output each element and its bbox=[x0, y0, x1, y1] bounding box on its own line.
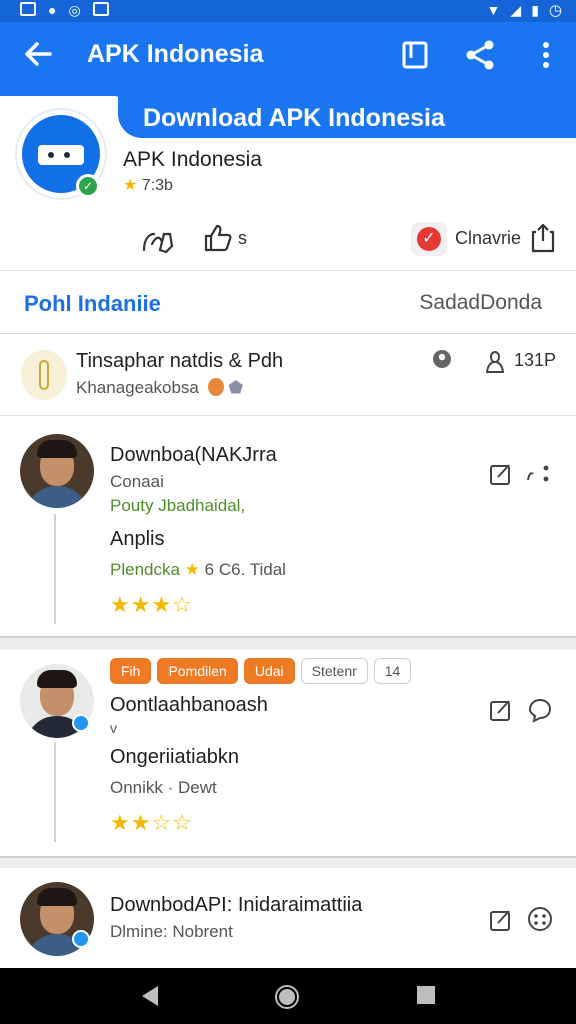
star-icon: ★ bbox=[123, 177, 138, 194]
app-logo-glyph bbox=[38, 145, 84, 165]
featured-title: Tinsaphar natdis & Pdh bbox=[76, 350, 284, 372]
featured-count: 131P bbox=[513, 350, 556, 370]
app-name: APK Indonesia bbox=[123, 148, 262, 171]
clock-icon: ◷ bbox=[548, 2, 562, 19]
people-icon[interactable] bbox=[484, 350, 512, 376]
review-meta: Plendcka ★ 6 C6. Tidal bbox=[110, 560, 286, 580]
featured-subtitle-text: Khanageakobsa bbox=[76, 378, 199, 397]
app-bar: APK Indonesia bbox=[0, 22, 576, 92]
edit-icon[interactable] bbox=[489, 698, 513, 722]
review-body: Ongeriiatiabkn bbox=[110, 746, 239, 768]
review-author[interactable]: Oontlaahbanoash bbox=[110, 694, 268, 717]
thread-line bbox=[54, 742, 56, 842]
upload-share-icon[interactable] bbox=[530, 222, 556, 254]
star-icon: ★ bbox=[184, 560, 200, 579]
app-bar-title: APK Indonesia bbox=[87, 40, 264, 68]
status-bar: ● ◎ ▼ ◢ ▮ ◷ bbox=[0, 0, 576, 22]
review-body: Anplis bbox=[110, 528, 165, 550]
review-meta: Onnikk · Dewt bbox=[110, 778, 217, 797]
avatar[interactable] bbox=[20, 434, 94, 508]
tag-chip[interactable]: Pomdilen bbox=[157, 658, 238, 684]
review-card: DownbodAPI: Inidaraimattiia Dlmine: Nobr… bbox=[0, 868, 576, 968]
signal-icon: ◢ bbox=[510, 1, 522, 18]
banner-text: Download APK Indonesia bbox=[143, 104, 445, 132]
verified-badge-icon bbox=[72, 930, 90, 948]
edit-icon[interactable] bbox=[489, 908, 513, 932]
review-subtitle: v bbox=[110, 720, 117, 736]
app-rating: ★ 7:3b bbox=[123, 175, 173, 195]
bookmark-icon[interactable] bbox=[398, 38, 432, 72]
nav-home-icon[interactable] bbox=[274, 984, 300, 1010]
tag-chips: Fih Pomdilen Udai Stetenr 14 bbox=[110, 658, 412, 684]
thread-line bbox=[54, 514, 56, 624]
tag-chip[interactable]: Fih bbox=[110, 658, 152, 684]
pin-icon: ⬟ bbox=[228, 378, 244, 397]
tag-chip[interactable]: Stetenr bbox=[300, 658, 368, 684]
fire-icon bbox=[207, 378, 224, 396]
share-icon[interactable] bbox=[463, 38, 497, 72]
banner-edge-cutout bbox=[0, 96, 126, 108]
tab-primary[interactable]: Pohl Indaniie bbox=[24, 291, 161, 317]
app-notification-icon bbox=[92, 2, 109, 16]
comment-icon[interactable] bbox=[526, 696, 554, 724]
gallery-notification-icon bbox=[20, 2, 36, 16]
emoji-react-icon[interactable] bbox=[526, 905, 554, 933]
like-reactions-icon[interactable] bbox=[140, 224, 180, 256]
status-left-icons: ● ◎ bbox=[20, 2, 109, 19]
review-stars: ★★☆☆ bbox=[110, 810, 193, 835]
verified-check-icon: ✓ bbox=[76, 174, 100, 198]
review-author[interactable]: Downboa(NAKJrra bbox=[110, 444, 277, 467]
more-options-icon[interactable] bbox=[526, 462, 554, 486]
app-rating-value: 7:3b bbox=[141, 177, 173, 194]
tab-secondary[interactable]: SadadDonda bbox=[419, 291, 542, 315]
separator bbox=[0, 636, 576, 650]
battery-icon: ▮ bbox=[531, 1, 539, 18]
review-subtitle: Dlmine: Nobrent bbox=[110, 922, 233, 941]
thumbs-up-icon[interactable] bbox=[202, 222, 234, 254]
back-arrow-icon[interactable] bbox=[20, 36, 56, 72]
review-author[interactable]: DownbodAPI: Inidaraimattiia bbox=[110, 894, 362, 917]
review-stars: ★★★☆ bbox=[110, 592, 193, 617]
featured-item[interactable]: Tinsaphar natdis & Pdh Khanageakobsa ⬟ 1… bbox=[0, 334, 576, 416]
more-vertical-icon[interactable] bbox=[530, 38, 564, 72]
system-navigation-bar bbox=[0, 968, 576, 1024]
wifi-icon: ▼ bbox=[486, 2, 501, 18]
review-tagline: Pouty Jbadhaidal, bbox=[110, 496, 246, 515]
tab-bar: Pohl Indaniie SadadDonda bbox=[0, 270, 576, 334]
tag-chip[interactable]: 14 bbox=[373, 658, 412, 684]
sync-icon: ◎ bbox=[68, 2, 81, 18]
thumbs-up-count: s bbox=[238, 228, 247, 248]
check-badge-icon: ✓ bbox=[417, 227, 441, 251]
verified-badge-icon bbox=[72, 714, 90, 732]
separator bbox=[0, 856, 576, 868]
edit-icon[interactable] bbox=[489, 462, 513, 486]
channel-badge[interactable]: ✓ bbox=[411, 222, 447, 256]
location-icon: ● bbox=[48, 2, 57, 18]
nav-back-icon[interactable] bbox=[138, 984, 162, 1008]
tag-chip[interactable]: Udai bbox=[243, 658, 295, 684]
emoji-icon[interactable] bbox=[431, 348, 453, 370]
review-card: Downboa(NAKJrra Conaai Pouty Jbadhaidal,… bbox=[0, 416, 576, 636]
review-card: Fih Pomdilen Udai Stetenr 14 Oontlaahban… bbox=[0, 650, 576, 856]
review-subtitle: Conaai bbox=[110, 472, 164, 491]
featured-thumbnail bbox=[21, 350, 67, 400]
nav-recents-icon[interactable] bbox=[415, 984, 437, 1006]
review-meta-label: Plendcka bbox=[110, 560, 180, 579]
review-meta-extra: 6 C6. Tidal bbox=[204, 560, 286, 579]
featured-subtitle: Khanageakobsa ⬟ bbox=[76, 378, 243, 398]
status-right-icons: ▼ ◢ ▮ ◷ bbox=[486, 1, 562, 20]
channel-label[interactable]: Clnavrie bbox=[455, 228, 521, 249]
